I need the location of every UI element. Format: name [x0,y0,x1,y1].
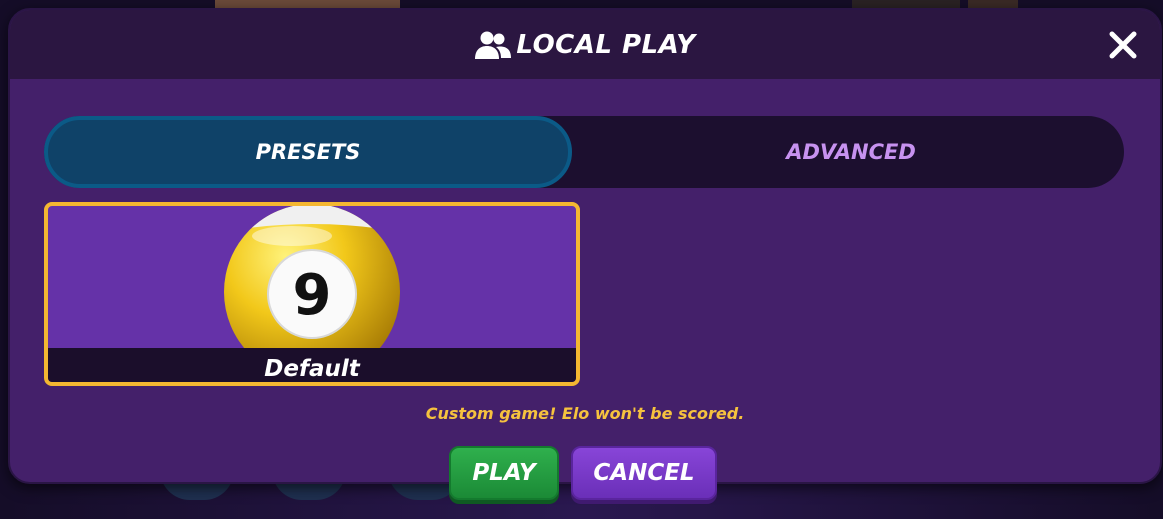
tab-presets-label: PRESETS [255,140,361,164]
dialog-title-group: LOCAL PLAY [474,30,695,60]
preset-label: Default [264,356,360,382]
dialog-title: LOCAL PLAY [516,29,696,60]
dialog-header: LOCAL PLAY [10,10,1160,79]
users-icon [475,31,512,59]
tab-bar: PRESETS ADVANCED [44,116,1124,188]
play-button[interactable]: PLAY [449,446,559,500]
local-play-dialog: LOCAL PLAY PRESETS ADVANCED 9 Default Cu… [8,8,1162,484]
close-icon[interactable] [1108,30,1138,60]
preset-label-bar: Default [48,348,576,382]
tab-presets[interactable]: PRESETS [44,116,572,188]
elo-notice: Custom game! Elo won't be scored. [425,404,745,423]
tab-advanced[interactable]: ADVANCED [578,116,1124,188]
ball-number: 9 [293,263,332,328]
tab-advanced-label: ADVANCED [786,140,916,164]
preset-card-default[interactable]: 9 Default [44,202,580,386]
cancel-button[interactable]: CANCEL [571,446,717,500]
